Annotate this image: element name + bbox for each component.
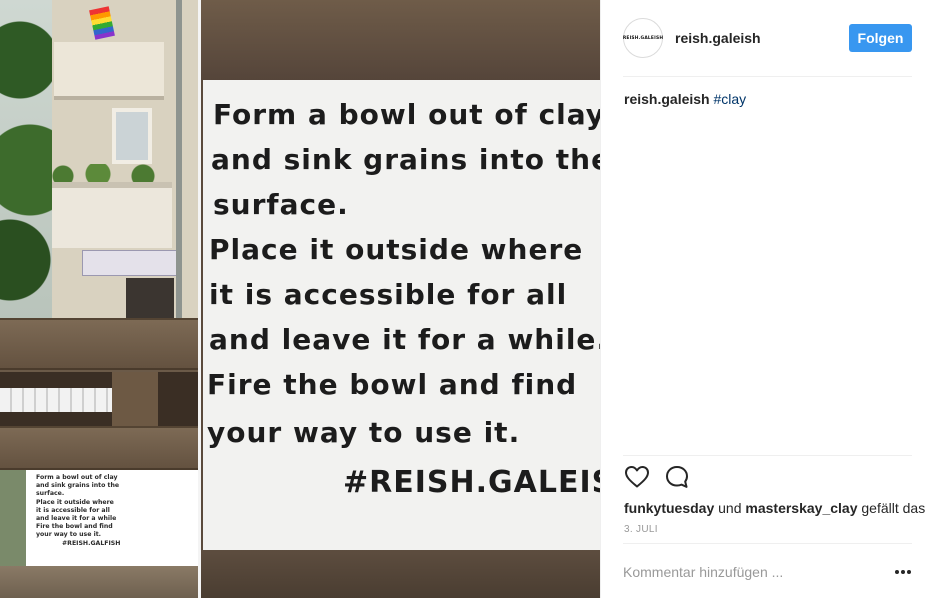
caption-hashtag-link[interactable]: #clay <box>713 91 746 107</box>
username-link[interactable]: reish.galeish <box>675 30 761 46</box>
wood-background <box>201 0 600 80</box>
avatar[interactable]: REISH.GALEISH <box>623 18 663 58</box>
fence-board <box>0 318 198 370</box>
sign-line: Fire the bowl and find <box>207 368 578 401</box>
sign-small-line: Form a bowl out of clay <box>36 474 118 481</box>
wood-background <box>201 550 600 598</box>
sign-closeup: Form a bowl out of clay and sink grains … <box>203 80 600 552</box>
sign-small-line: and leave it for a while <box>36 515 117 523</box>
comment-input[interactable] <box>623 561 873 583</box>
ground <box>0 566 198 598</box>
sign-small-line: and sink grains into the <box>36 482 120 490</box>
photo-left-pane: Form a bowl out of clay and sink grains … <box>0 0 198 598</box>
balcony-upper <box>54 42 164 100</box>
sign-line: and leave it for a while. <box>209 323 600 356</box>
liker-username-link[interactable]: masterskay_clay <box>745 500 857 516</box>
building-sign <box>82 250 178 276</box>
follow-button[interactable]: Folgen <box>849 24 912 52</box>
speech-bubble-icon[interactable] <box>663 463 691 491</box>
post-header: REISH.GALEISH reish.galeish Folgen <box>623 18 913 58</box>
barrier <box>0 388 112 412</box>
sign-line: surface. <box>213 188 349 221</box>
likes-conjunction: und <box>718 500 742 516</box>
post-sidebar: REISH.GALEISH reish.galeish Folgen reish… <box>600 0 934 598</box>
fence-board <box>0 426 198 470</box>
sign-line: and sink grains into the <box>211 143 600 176</box>
likes-summary: funkytuesday und masterskay_clay gefällt… <box>624 500 925 516</box>
avatar-logo-text: REISH.GALEISH <box>622 35 664 41</box>
caption-username-link[interactable]: reish.galeish <box>624 91 710 107</box>
more-options-icon[interactable] <box>893 563 913 581</box>
sign-small-line: surface. <box>36 490 65 498</box>
heart-outline-icon[interactable] <box>623 463 651 491</box>
post-photo[interactable]: Form a bowl out of clay and sink grains … <box>0 0 600 598</box>
sign-line: Place it outside where <box>209 233 584 266</box>
divider <box>623 455 912 456</box>
caption: reish.galeish #clay <box>624 91 746 107</box>
fence-post <box>112 372 158 426</box>
comment-box <box>623 561 912 583</box>
sign-small: Form a bowl out of clay and sink grains … <box>26 470 198 566</box>
sign-line: it is accessible for all <box>209 278 568 311</box>
sign-line: Form a bowl out of clay <box>213 98 600 131</box>
likes-suffix: gefällt das <box>861 500 926 516</box>
balcony-lower <box>52 182 172 248</box>
post-date[interactable]: 3. JULI <box>624 524 658 535</box>
sign-line: your way to use it. <box>207 416 521 449</box>
post-card: Form a bowl out of clay and sink grains … <box>0 0 934 598</box>
photo-right-pane: Form a bowl out of clay and sink grains … <box>201 0 600 598</box>
building-door <box>126 278 174 320</box>
sign-small-line: Fire the bowl and find <box>36 523 113 531</box>
liker-username-link[interactable]: funkytuesday <box>624 500 714 516</box>
sign-small-line: #REISH.GALFISH <box>62 539 121 547</box>
sign-hashtag: #REISH.GALEISH <box>343 465 600 500</box>
wooden-fence <box>0 318 198 470</box>
sign-small-line: your way to use it. <box>36 531 102 539</box>
sign-small-line: it is accessible for all <box>36 506 110 514</box>
sign-small-line: Place it outside where <box>36 498 114 506</box>
window <box>112 108 152 164</box>
street-pole <box>176 0 182 320</box>
divider <box>623 76 912 77</box>
divider <box>623 543 912 544</box>
